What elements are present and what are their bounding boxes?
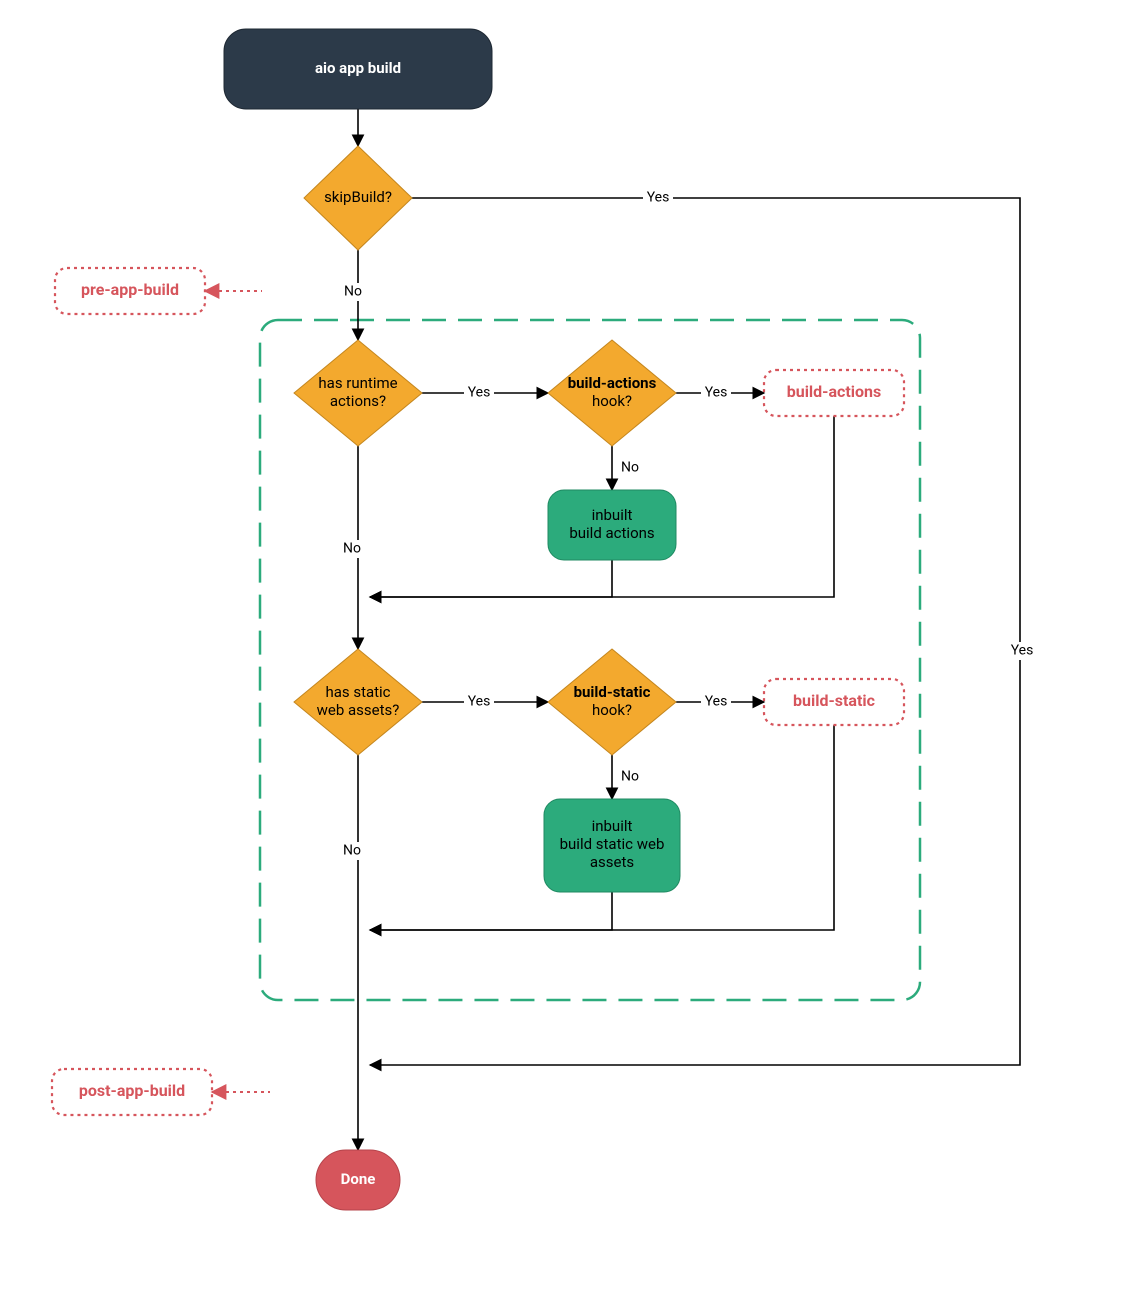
edge-inbuiltstatic-down [370,892,612,930]
build-actions-custom-hook: build-actions [764,370,904,416]
svg-text:pre-app-build: pre-app-build [81,280,179,299]
done-node: Done [316,1150,400,1210]
edge-buildstatichook-yes-label: Yes [705,694,728,710]
svg-text:build-static: build-static [793,691,875,710]
svg-text:actions?: actions? [330,392,386,410]
edge-skipbuild-no-label: No [344,284,362,300]
svg-text:build-actions: build-actions [787,382,882,401]
svg-text:inbuilt: inbuilt [592,506,633,524]
svg-text:aio app build: aio app build [315,59,401,77]
edge-skipbuild-yes [370,198,1020,1065]
svg-text:inbuilt: inbuilt [592,817,633,835]
svg-text:build actions: build actions [569,524,654,542]
svg-text:skipBuild?: skipBuild? [324,188,392,206]
build-actions-hook-decision: build-actions hook? [548,340,676,446]
edge-buildactionshook-yes-label: Yes [705,385,728,401]
svg-text:build static web: build static web [560,835,665,853]
post-app-build-hook: post-app-build [52,1069,212,1115]
start-node: aio app build [224,29,492,109]
svg-text:build-static: build-static [574,683,651,701]
inbuilt-build-static: inbuilt build static web assets [544,799,680,892]
edge-hasstatic-yes-label: Yes [468,694,491,710]
edge-hasruntime-no-label: No [343,541,361,557]
inbuilt-build-actions: inbuilt build actions [548,490,676,560]
svg-text:Done: Done [341,1170,376,1188]
pre-app-build-hook: pre-app-build [55,268,205,314]
svg-text:has runtime: has runtime [318,374,397,392]
svg-text:web assets?: web assets? [317,701,400,719]
edge-skipbuild-yes-label-2: Yes [1011,643,1034,659]
has-static-decision: has static web assets? [294,649,422,755]
edge-hasstatic-no-label: No [343,843,361,859]
edge-buildactionshook-no-label: No [621,460,639,476]
svg-text:assets: assets [590,853,634,871]
build-static-custom-hook: build-static [764,679,904,725]
has-runtime-decision: has runtime actions? [294,340,422,446]
svg-text:post-app-build: post-app-build [79,1081,185,1100]
svg-text:hook?: hook? [592,701,632,719]
edge-buildstatichook-no-label: No [621,769,639,785]
skipbuild-decision: skipBuild? [304,146,412,250]
edge-inbuiltactions-down [370,560,612,597]
edge-skipbuild-yes-label: Yes [647,190,670,206]
svg-text:has static: has static [325,683,390,701]
edge-hasruntime-yes-label: Yes [468,385,491,401]
svg-text:hook?: hook? [592,392,632,410]
build-static-hook-decision: build-static hook? [548,649,676,755]
svg-text:build-actions: build-actions [568,374,657,392]
